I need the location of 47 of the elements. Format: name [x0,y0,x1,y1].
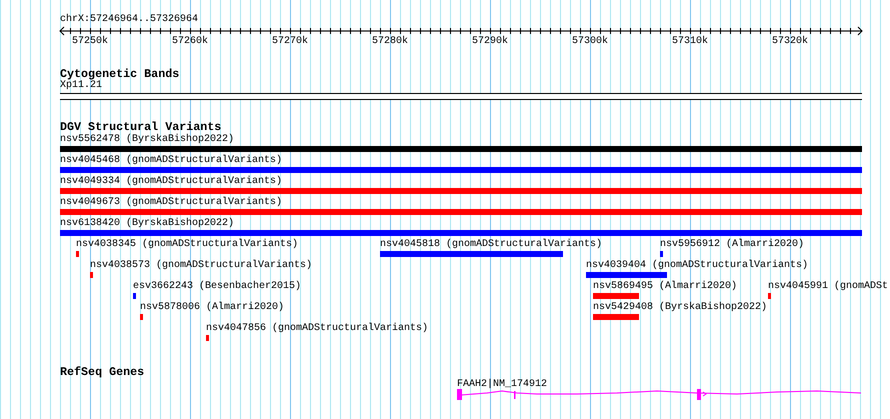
variant-label: nsv4049334 (gnomADStructuralVariants) [60,176,282,187]
variant-label: esv3662243 (Besenbacher2015) [133,281,302,292]
variant-bar[interactable] [60,146,862,152]
variant-label: nsv6138420 (ByrskaBishop2022) [60,218,234,229]
variant-bar[interactable] [140,314,143,320]
variant-label: nsv4039404 (gnomADStructuralVariants) [586,260,808,271]
ruler-label: 57290k [472,36,508,47]
variant-bar[interactable] [76,251,79,257]
variant-bar[interactable] [206,335,209,341]
variant-label: nsv4045468 (gnomADStructuralVariants) [60,155,282,166]
ruler-label: 57310k [672,36,708,47]
band-label: Xp11.21 [60,80,102,91]
variant-label: nsv4045818 (gnomADStructuralVariants) [380,239,602,250]
variant-bar[interactable] [60,188,862,194]
variant-label: nsv4045991 (gnomADSt [768,281,888,292]
ruler-label: 57320k [772,36,808,47]
location-label: chrX:57246964..57326964 [60,14,198,25]
variant-label: nsv5429408 (ByrskaBishop2022) [593,302,768,313]
ruler-label: 57260k [172,36,208,47]
track-title: DGV Structural Variants [60,121,222,133]
track-title: RefSeq Genes [60,366,144,378]
gene-drawing[interactable] [457,389,862,400]
variant-bar[interactable] [380,251,563,257]
gene-label: FAAH2|NM_174912 [457,379,548,390]
variant-bar[interactable] [60,209,862,215]
ruler-label: 57280k [372,36,408,47]
variant-bar[interactable] [593,314,639,320]
variant-bar[interactable] [60,230,862,236]
variant-label: nsv5956912 (Almarri2020) [660,239,804,250]
track-title: Cytogenetic Bands [60,68,180,80]
ruler-label: 57300k [572,36,608,47]
ruler-label: 57270k [272,36,308,47]
variant-label: nsv5869495 (Almarri2020) [593,281,738,292]
variant-bar[interactable] [586,272,667,278]
variant-bar[interactable] [593,293,639,299]
variant-label: nsv4038345 (gnomADStructuralVariants) [76,239,298,250]
variant-label: nsv4049673 (gnomADStructuralVariants) [60,197,282,208]
variant-bar[interactable] [90,272,93,278]
variant-label: nsv5878006 (Almarri2020) [140,302,284,313]
variant-label: nsv5562478 (ByrskaBishop2022) [60,134,234,145]
variant-bar[interactable] [60,167,862,173]
variant-bar[interactable] [768,293,771,299]
variant-label: nsv4047856 (gnomADStructuralVariants) [206,323,428,334]
variant-label: nsv4038573 (gnomADStructuralVariants) [90,260,312,271]
variant-bar[interactable] [660,251,663,257]
variant-bar[interactable] [133,293,136,299]
ruler-label: 57250k [72,36,108,47]
